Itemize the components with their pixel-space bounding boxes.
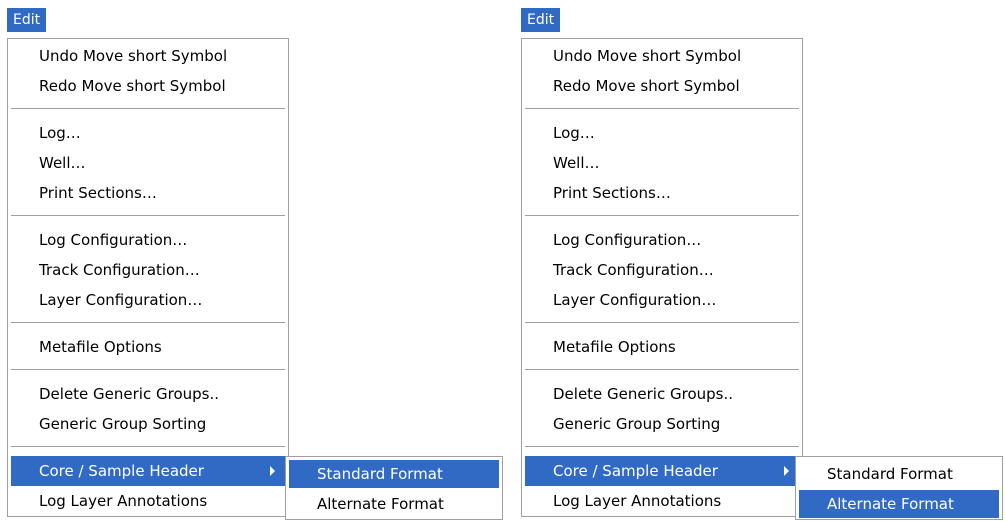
menu-separator (525, 369, 799, 371)
menu-separator (11, 215, 285, 217)
menu-item-redo[interactable]: Redo Move short Symbol (11, 71, 285, 101)
menu-item-metafile-options[interactable]: Metafile Options (525, 332, 799, 362)
submenu-item-alternate-format[interactable]: Alternate Format (799, 490, 999, 518)
menu-item-log[interactable]: Log… (525, 118, 799, 148)
menu-item-track-configuration[interactable]: Track Configuration… (11, 255, 285, 285)
menu-item-undo[interactable]: Undo Move short Symbol (11, 41, 285, 71)
menu-separator (525, 322, 799, 324)
menu-item-label: Core / Sample Header (39, 462, 204, 480)
edit-menu-title[interactable]: Edit (7, 8, 47, 32)
core-header-submenu: Standard Format Alternate Format (795, 456, 1003, 520)
submenu-item-alternate-format[interactable]: Alternate Format (289, 490, 499, 518)
menu-item-delete-generic-groups[interactable]: Delete Generic Groups.. (525, 379, 799, 409)
core-header-submenu: Standard Format Alternate Format (285, 456, 503, 520)
submenu-arrow-icon (784, 466, 789, 476)
menu-item-layer-configuration[interactable]: Layer Configuration… (525, 285, 799, 315)
menu-separator (525, 215, 799, 217)
menu-item-well[interactable]: Well… (11, 148, 285, 178)
menu-item-core-sample-header[interactable]: Core / Sample Header (525, 456, 799, 486)
menu-item-layer-configuration[interactable]: Layer Configuration… (11, 285, 285, 315)
menu-item-metafile-options[interactable]: Metafile Options (11, 332, 285, 362)
menu-item-print-sections[interactable]: Print Sections… (525, 178, 799, 208)
submenu-arrow-icon (270, 466, 275, 476)
menu-item-log-layer-annotations[interactable]: Log Layer Annotations (11, 486, 285, 516)
submenu-item-standard-format[interactable]: Standard Format (799, 460, 999, 488)
menu-item-well[interactable]: Well… (525, 148, 799, 178)
menu-item-generic-group-sorting[interactable]: Generic Group Sorting (11, 409, 285, 439)
menu-item-label: Core / Sample Header (553, 462, 718, 480)
menu-item-track-configuration[interactable]: Track Configuration… (525, 255, 799, 285)
edit-dropdown-menu: Undo Move short Symbol Redo Move short S… (7, 38, 289, 517)
menu-item-redo[interactable]: Redo Move short Symbol (525, 71, 799, 101)
submenu-item-standard-format[interactable]: Standard Format (289, 460, 499, 488)
menu-item-log-configuration[interactable]: Log Configuration… (11, 225, 285, 255)
menu-separator (11, 369, 285, 371)
menu-separator (525, 108, 799, 110)
menu-item-log[interactable]: Log… (11, 118, 285, 148)
menu-separator (11, 108, 285, 110)
edit-menu-title[interactable]: Edit (521, 8, 561, 32)
edit-dropdown-menu: Undo Move short Symbol Redo Move short S… (521, 38, 803, 517)
menu-item-log-configuration[interactable]: Log Configuration… (525, 225, 799, 255)
menu-item-print-sections[interactable]: Print Sections… (11, 178, 285, 208)
menu-item-core-sample-header[interactable]: Core / Sample Header (11, 456, 285, 486)
menu-item-delete-generic-groups[interactable]: Delete Generic Groups.. (11, 379, 285, 409)
menu-item-undo[interactable]: Undo Move short Symbol (525, 41, 799, 71)
menu-item-generic-group-sorting[interactable]: Generic Group Sorting (525, 409, 799, 439)
menu-item-log-layer-annotations[interactable]: Log Layer Annotations (525, 486, 799, 516)
menu-separator (11, 446, 285, 448)
menu-separator (11, 322, 285, 324)
menu-separator (525, 446, 799, 448)
